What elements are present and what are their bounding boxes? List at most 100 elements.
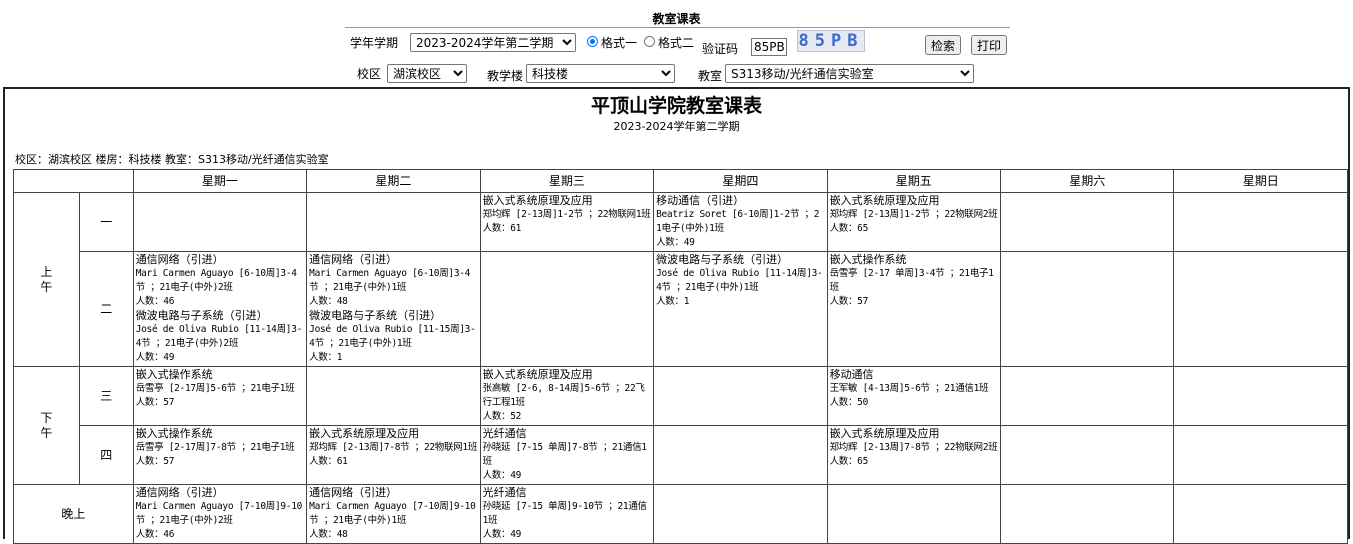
course-name: 嵌入式操作系统	[829, 253, 907, 266]
period-label-text: 下午	[40, 410, 53, 440]
student-count: 人数：57	[135, 397, 175, 408]
course-entry: 通信网络（引进） Mari Carmen Aguayo [7-10周]9-10节 …	[309, 486, 477, 542]
schedule-cell: 通信网络（引进） Mari Carmen Aguayo [6-10周]3-4节 ；…	[306, 251, 481, 367]
schedule-cell	[1000, 425, 1175, 485]
course-detail: 郑均辉 [2-13周]7-8节 ；22物联网1班	[309, 442, 478, 453]
schedule-cell: 移动通信 王军敏 [4-13周]5-6节 ；21通信1班 人数：50	[826, 366, 1002, 426]
period-label: 下午	[13, 366, 80, 485]
student-count: 人数：48	[309, 529, 348, 540]
course-entry: 微波电路与子系统（引进） José de Oliva Rubio [11-15周]…	[309, 309, 477, 365]
period-row: 下午三嵌入式操作系统 岳雪亭 [2-17周]5-6节 ；21电子1班 人数：57 嵌入…	[13, 366, 1348, 485]
schedule-cell	[1000, 192, 1175, 252]
course-detail: 孙晓延 [7-15 单周]9-10节 ；21通信1班	[482, 501, 647, 526]
course-name: 微波电路与子系统（引进）	[656, 253, 789, 266]
title-divider	[345, 27, 1010, 28]
captcha-label: 验证码	[702, 42, 739, 56]
timetable-report: 平顶山学院教室课表 2023-2024学年第二学期 校区：湖滨校区 楼房：科技楼…	[3, 87, 1350, 544]
course-entry: 嵌入式操作系统 岳雪亭 [2-17周]7-8节 ；21电子1班 人数：57	[136, 427, 304, 469]
student-count: 人数：49	[482, 529, 522, 540]
course-name: 通信网络（引进）	[135, 486, 224, 499]
student-count: 人数：57	[135, 456, 175, 467]
student-count: 人数：61	[482, 223, 522, 234]
schedule-cell: 通信网络（引进） Mari Carmen Aguayo [7-10周]9-10节 …	[306, 484, 481, 544]
format1-radio[interactable]	[587, 36, 598, 47]
captcha-image[interactable]: 85PB	[797, 30, 865, 52]
format2-label: 格式二	[658, 36, 695, 50]
schedule-cell	[653, 366, 828, 426]
schedule-cell	[1173, 366, 1348, 426]
course-detail: 岳雪亭 [2-17周]5-6节 ；21电子1班	[135, 383, 295, 394]
course-entry: 移动通信（引进） Beatriz Soret [6-10周]1-2节 ；21电子(…	[656, 194, 824, 250]
student-count: 人数：57	[829, 296, 869, 307]
course-detail: Mari Carmen Aguayo [6-10周]3-4节 ；21电子(中外)…	[309, 268, 471, 293]
student-count: 人数：1	[309, 352, 343, 363]
schedule-cell	[1173, 484, 1348, 544]
format2-radio[interactable]	[644, 36, 655, 47]
course-entry: 通信网络（引进） Mari Carmen Aguayo [6-10周]3-4节 ；…	[136, 253, 304, 309]
course-name: 嵌入式系统原理及应用	[829, 194, 940, 207]
course-detail: 张高敏 [2-6, 8-14周]5-6节 ；22飞行工程1班	[482, 383, 645, 408]
header-row: 星期一 星期二 星期三 星期四 星期五 星期六 星期日	[13, 169, 1348, 193]
course-entry: 嵌入式系统原理及应用 张高敏 [2-6, 8-14周]5-6节 ；22飞行工程1班…	[483, 368, 651, 424]
course-entry: 微波电路与子系统（引进） José de Oliva Rubio [11-14周]…	[136, 309, 304, 365]
schedule-cell	[1000, 251, 1175, 367]
room-label: 教室	[698, 69, 723, 83]
section-label: 四	[78, 425, 134, 485]
course-entry: 光纤通信 孙晓延 [7-15 单周]9-10节 ；21通信1班 人数：49	[483, 486, 651, 542]
schedule-cell	[479, 251, 655, 367]
day-header: 星期四	[653, 169, 828, 193]
building-select[interactable]: 科技楼	[526, 64, 675, 83]
student-count: 人数：46	[135, 296, 175, 307]
day-header: 星期一	[132, 169, 308, 193]
course-detail: José de Oliva Rubio [11-15周]3-4节 ；21电子(中…	[309, 324, 476, 349]
report-title: 平顶山学院教室课表	[590, 95, 762, 117]
term-select[interactable]: 2023-2024学年第二学期	[410, 33, 576, 52]
course-entry: 微波电路与子系统（引进） José de Oliva Rubio [11-14周]…	[656, 253, 824, 309]
schedule-cell	[653, 425, 828, 485]
schedule-cell	[1000, 366, 1175, 426]
student-count: 人数：49	[656, 237, 695, 248]
period-row: 晚上 通信网络（引进） Mari Carmen Aguayo [7-10周]9-10…	[13, 484, 1348, 544]
student-count: 人数：1	[656, 296, 690, 307]
period-label: 晚上	[13, 484, 134, 544]
course-entry: 嵌入式系统原理及应用 郑均辉 [2-13周]7-8节 ；22物联网1班 人数：61	[309, 427, 477, 469]
course-name: 通信网络（引进）	[309, 486, 398, 499]
captcha-input[interactable]	[751, 38, 787, 56]
course-entry: 光纤通信 孙晓延 [7-15 单周]7-8节 ；21通信1班 人数：49	[483, 427, 651, 483]
course-entry: 通信网络（引进） Mari Carmen Aguayo [7-10周]9-10节 …	[136, 486, 304, 542]
building-label: 教学楼	[487, 69, 524, 83]
course-detail: Beatriz Soret [6-10周]1-2节 ；21电子(中外)1班	[656, 209, 820, 234]
student-count: 人数：49	[482, 470, 522, 481]
period-row: 上午一 嵌入式系统原理及应用 郑均辉 [2-13周]1-2节 ；22物联网1班 人数：…	[13, 192, 1348, 367]
term-label: 学年学期	[350, 36, 399, 50]
student-count: 人数：49	[135, 352, 175, 363]
course-name: 光纤通信	[482, 427, 527, 440]
campus-select[interactable]: 湖滨校区	[387, 64, 467, 83]
student-count: 人数：65	[829, 223, 869, 234]
schedule-cell	[306, 366, 481, 426]
course-name: 嵌入式操作系统	[135, 368, 213, 381]
schedule-cell: 通信网络（引进） Mari Carmen Aguayo [7-10周]9-10节 …	[132, 484, 308, 544]
period-label: 上午	[13, 192, 80, 367]
search-button[interactable]: 检索	[925, 35, 962, 55]
student-count: 人数：52	[482, 411, 522, 422]
schedule-cell: 微波电路与子系统（引进） José de Oliva Rubio [11-14周]…	[653, 251, 828, 367]
student-count: 人数：65	[829, 456, 869, 467]
report-term: 2023-2024学年第二学期	[613, 120, 740, 133]
day-header: 星期六	[1000, 169, 1175, 193]
course-name: 通信网络（引进）	[135, 253, 224, 266]
course-detail: 郑均辉 [2-13周]1-2节 ；22物联网1班	[482, 209, 651, 220]
timetable-grid: 星期一 星期二 星期三 星期四 星期五 星期六 星期日 上午一嵌入式系统原理及应用 郑均辉 [2…	[13, 169, 1348, 544]
schedule-cell	[1173, 192, 1348, 252]
course-detail: José de Oliva Rubio [11-14周]3-4节 ；21电子(中…	[135, 324, 303, 349]
schedule-cell	[1173, 251, 1348, 367]
page-title: 教室课表	[652, 12, 701, 26]
schedule-cell: 嵌入式系统原理及应用郑均辉 [2-13周]1-2节 ；22物联网2班 人数：65	[826, 192, 1002, 252]
course-detail: 郑均辉 [2-13周]1-2节 ；22物联网2班	[829, 209, 998, 220]
course-detail: Mari Carmen Aguayo [6-10周]3-4节 ；21电子(中外)…	[135, 268, 297, 293]
print-button[interactable]: 打印	[971, 35, 1008, 55]
course-name: 嵌入式系统原理及应用	[482, 194, 593, 207]
course-entry: 嵌入式系统原理及应用郑均辉 [2-13周]1-2节 ；22物联网1班 人数：61	[483, 194, 651, 236]
schedule-cell: 光纤通信 孙晓延 [7-15 单周]9-10节 ；21通信1班 人数：49	[479, 484, 655, 544]
room-select[interactable]: S313移动/光纤通信实验室	[725, 64, 974, 83]
